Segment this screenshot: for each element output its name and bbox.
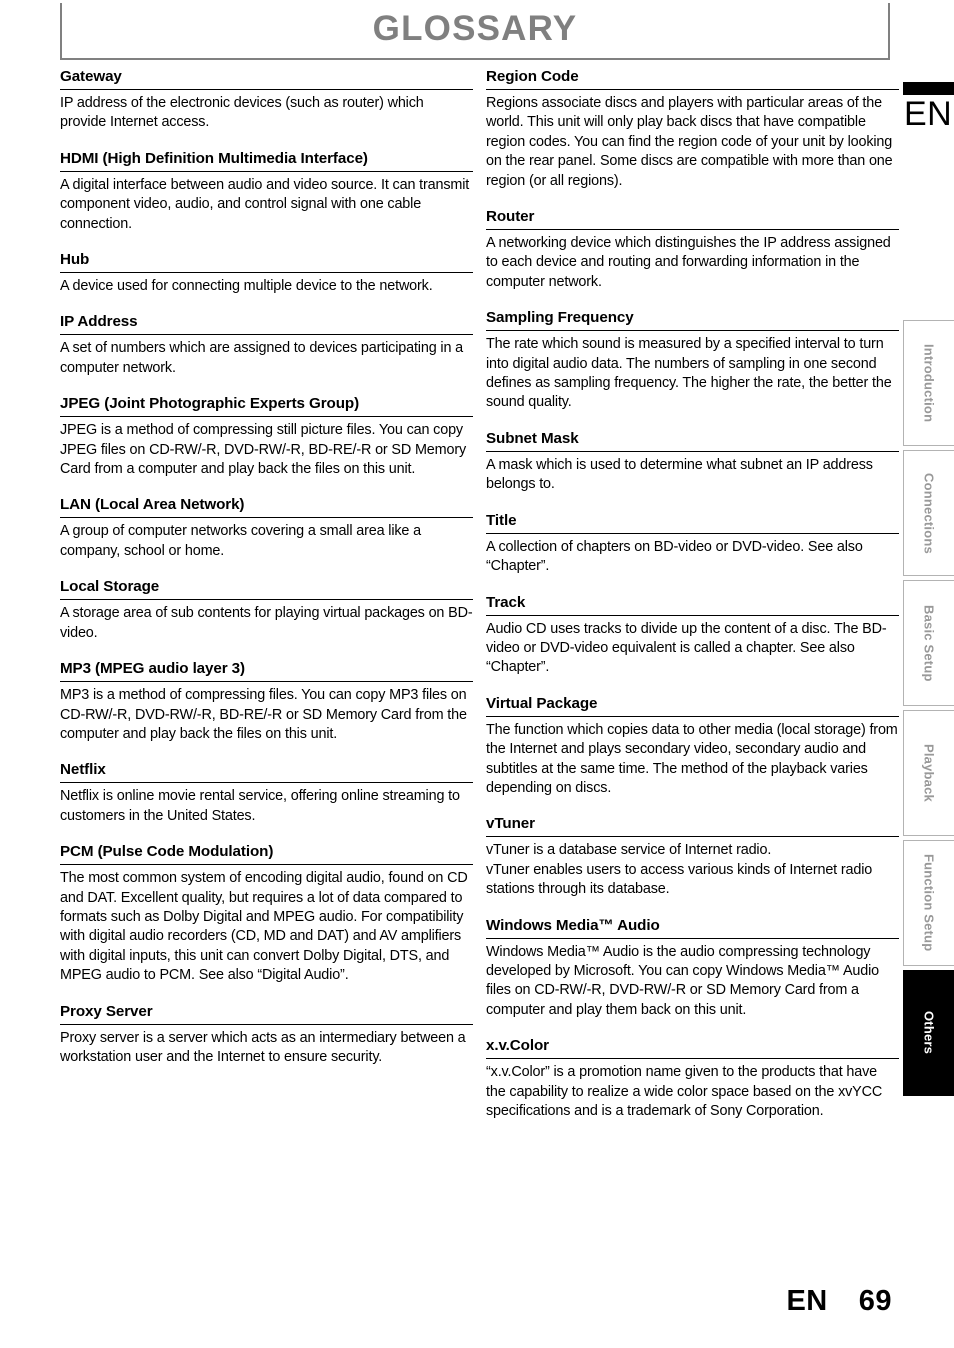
glossary-term-title: Track — [486, 594, 899, 616]
glossary-entry: Windows Media™ Audio Windows Media™ Audio… — [486, 917, 899, 1021]
language-marker-label: EN — [904, 95, 953, 133]
section-thumb-tabs: Introduction Connections Basic Setup Playba… — [903, 320, 954, 1100]
glossary-entry: x.v.Color “x.v.Color” is a promotion name… — [486, 1037, 899, 1121]
glossary-term-title: Virtual Package — [486, 695, 899, 717]
glossary-term-title: Proxy Server — [60, 1003, 473, 1025]
page-footer: EN 69 — [786, 1285, 892, 1318]
glossary-entry: PCM (Pulse Code Modulation) The most comm… — [60, 843, 473, 985]
glossary-entry: vTuner vTuner is a database service of In… — [486, 815, 899, 899]
section-tab-label: Playback — [921, 744, 937, 802]
glossary-term-definition: Windows Media™ Audio is the audio compre… — [486, 943, 880, 1018]
glossary-term-title: Local Storage — [60, 578, 473, 601]
glossary-term-definition: A mask which is used to determine what s… — [486, 456, 873, 493]
section-tab-label: Introduction — [921, 343, 937, 423]
glossary-term-title: x.v.Color — [486, 1037, 899, 1060]
glossary-term-definition: The function which copies data to other … — [486, 721, 898, 796]
glossary-term-title: Hub — [60, 251, 473, 274]
glossary-term-definition: “x.v.Color” is a promotion name given to… — [486, 1064, 883, 1119]
glossary-term-title: PCM (Pulse Code Modulation) — [60, 843, 473, 866]
glossary-term-title: MP3 (MPEG audio layer 3) — [60, 660, 473, 683]
glossary-term-definition: A group of computer networks covering a … — [60, 523, 421, 559]
section-tab-playback[interactable]: Playback — [903, 710, 954, 836]
glossary-term-definition: A device used for connecting multiple de… — [60, 278, 433, 295]
glossary-term-title: Router — [486, 208, 899, 231]
language-marker: EN — [903, 82, 954, 133]
glossary-term-title: Windows Media™ Audio — [486, 917, 899, 939]
glossary-term-title: Sampling Frequency — [486, 309, 899, 332]
glossary-term-definition: Audio CD uses tracks to divide up the co… — [486, 620, 887, 676]
section-tab-others[interactable]: Others — [903, 970, 954, 1096]
glossary-entry: HDMI (High Definition Multimedia Interfa… — [60, 150, 473, 234]
glossary-term-definition: Regions associate discs and players with… — [486, 95, 893, 189]
section-tab-label: Basic Setup — [921, 604, 937, 682]
glossary-term-definition: A digital interface between audio and vi… — [60, 176, 470, 232]
glossary-term-title: IP Address — [60, 313, 473, 336]
glossary-term-title: Gateway — [60, 68, 473, 90]
glossary-entry: Title A collection of chapters on BD-vide… — [486, 512, 899, 577]
glossary-term-title: Subnet Mask — [486, 430, 899, 452]
glossary-term-definition: Proxy server is a server which acts as a… — [60, 1029, 466, 1065]
glossary-term-definition: JPEG is a method of compressing still pi… — [60, 422, 467, 478]
glossary-entry: Sampling Frequency The rate which sound i… — [486, 309, 899, 413]
glossary-term-definition: A set of numbers which are assigned to d… — [60, 340, 464, 376]
glossary-entry: JPEG (Joint Photographic Experts Group) J… — [60, 395, 473, 479]
footer-page-number: 69 — [858, 1285, 892, 1317]
glossary-entry: Local Storage A storage area of sub conte… — [60, 578, 473, 643]
glossary-entry: Track Audio CD uses tracks to divide up t… — [486, 594, 899, 678]
page-header-banner: GLOSSARY — [60, 3, 890, 60]
glossary-term-definition: MP3 is a method of compressing files. Yo… — [60, 687, 467, 742]
section-tab-function-setup[interactable]: Function Setup — [903, 840, 954, 966]
glossary-term-title: HDMI (High Definition Multimedia Interfa… — [60, 150, 473, 172]
glossary-term-title: vTuner — [486, 815, 899, 838]
section-tab-connections[interactable]: Connections — [903, 450, 954, 576]
glossary-entry: IP Address A set of numbers which are ass… — [60, 313, 473, 378]
glossary-term-definition: A storage area of sub contents for playi… — [60, 605, 473, 641]
glossary-entry: Subnet Mask A mask which is used to deter… — [486, 430, 899, 495]
glossary-term-definition-continued: vTuner enables users to access various k… — [486, 861, 873, 898]
glossary-entry: MP3 (MPEG audio layer 3) MP3 is a method … — [60, 660, 473, 744]
glossary-entry: Netflix Netflix is online movie rental se… — [60, 761, 473, 826]
glossary-term-definition: The rate which sound is measured by a sp… — [486, 336, 892, 411]
glossary-column-left: Gateway IP address of the electronic devi… — [60, 68, 473, 1067]
glossary-entry: Gateway IP address of the electronic devi… — [60, 68, 473, 133]
glossary-entry: Router A networking device which distingu… — [486, 208, 899, 292]
glossary-column-right: Region Code Regions associate discs and p… — [486, 68, 899, 1121]
glossary-term-definition: The most common system of encoding digit… — [60, 870, 468, 984]
glossary-entry: Proxy Server Proxy server is a server whi… — [60, 1003, 473, 1068]
footer-language-code: EN — [786, 1285, 828, 1317]
glossary-term-title: JPEG (Joint Photographic Experts Group) — [60, 395, 473, 418]
section-tab-label: Function Setup — [921, 854, 937, 952]
section-tab-basic-setup[interactable]: Basic Setup — [903, 580, 954, 706]
glossary-term-title: Title — [486, 512, 899, 534]
page-title: GLOSSARY — [372, 9, 578, 48]
glossary-term-definition: vTuner is a database service of Internet… — [486, 842, 772, 859]
section-tab-introduction[interactable]: Introduction — [903, 320, 954, 446]
glossary-entry: LAN (Local Area Network) A group of compu… — [60, 496, 473, 561]
glossary-term-title: Netflix — [60, 761, 473, 784]
glossary-entry: Region Code Regions associate discs and p… — [486, 68, 899, 191]
glossary-entry: Hub A device used for connecting multiple… — [60, 251, 473, 296]
language-marker-bar — [903, 82, 954, 95]
glossary-term-title: LAN (Local Area Network) — [60, 496, 473, 519]
glossary-term-definition: A networking device which distinguishes … — [486, 235, 891, 290]
glossary-entry: Virtual Package The function which copies… — [486, 695, 899, 799]
section-tab-label: Others — [921, 1011, 937, 1055]
glossary-term-definition: IP address of the electronic devices (su… — [60, 95, 424, 131]
glossary-term-definition: A collection of chapters on BD-video or … — [486, 538, 863, 575]
glossary-term-title: Region Code — [486, 68, 899, 90]
section-tab-label: Connections — [921, 472, 937, 554]
glossary-term-definition: Netflix is online movie rental service, … — [60, 788, 460, 824]
